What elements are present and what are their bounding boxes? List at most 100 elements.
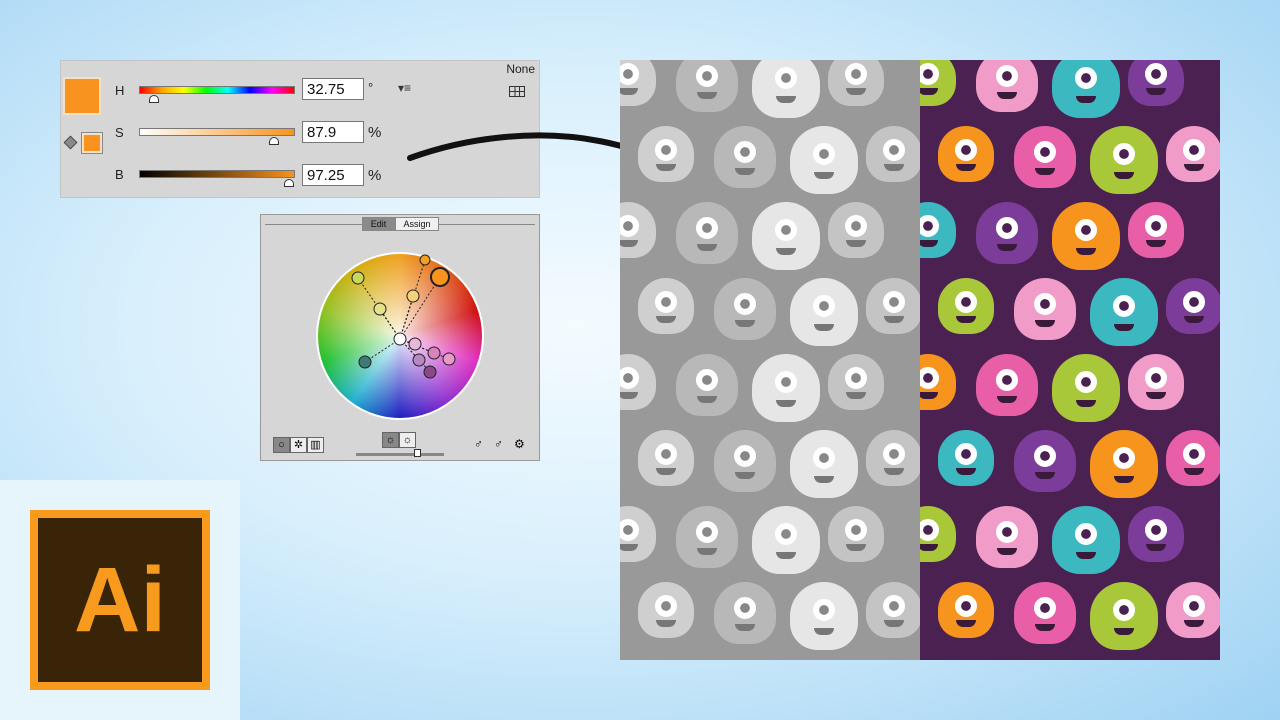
monster-eye — [734, 292, 756, 315]
monster-mouth — [997, 244, 1017, 252]
monster-mouth — [776, 96, 796, 104]
color-monster — [1090, 126, 1158, 194]
color-monster — [1128, 60, 1184, 106]
monster-mouth — [1035, 472, 1055, 480]
gray-monster — [866, 582, 920, 638]
gray-monster — [790, 278, 858, 346]
color-monster — [1128, 202, 1184, 258]
color-monster — [1014, 126, 1076, 188]
monster-mouth — [656, 620, 676, 628]
gray-monster — [714, 278, 776, 340]
monster-mouth — [997, 92, 1017, 100]
monster-mouth — [1076, 400, 1096, 408]
color-monster — [1090, 430, 1158, 498]
color-monster — [1166, 278, 1220, 334]
monster-eye — [734, 444, 756, 467]
color-monster — [976, 60, 1038, 112]
gray-monster — [752, 202, 820, 270]
gray-monster — [676, 202, 738, 264]
gray-monster — [790, 126, 858, 194]
monster-eye — [775, 370, 797, 393]
monster-eye — [955, 442, 977, 465]
color-monster — [1052, 202, 1120, 270]
color-monster — [1128, 354, 1184, 410]
monster-mouth — [1184, 468, 1204, 476]
monster-mouth — [656, 316, 676, 324]
gray-monster — [620, 506, 656, 562]
monster-eye — [813, 446, 835, 469]
monster-eye — [696, 520, 718, 543]
gray-monster — [752, 60, 820, 118]
monster-eye — [920, 366, 939, 389]
monster-eye — [813, 598, 835, 621]
monster-eye — [883, 594, 905, 617]
monster-eye — [996, 368, 1018, 391]
monster-mouth — [620, 88, 638, 96]
monster-eye — [845, 214, 867, 237]
color-monster — [976, 506, 1038, 568]
gray-monster — [828, 506, 884, 562]
monster-eye — [620, 518, 639, 541]
color-monster — [1052, 60, 1120, 118]
monster-eye — [734, 140, 756, 163]
monster-mouth — [997, 396, 1017, 404]
monster-mouth — [735, 168, 755, 176]
monster-mouth — [846, 392, 866, 400]
monster-mouth — [1184, 164, 1204, 172]
monster-eye — [1145, 62, 1167, 85]
color-monster — [1052, 506, 1120, 574]
color-monster — [938, 582, 994, 638]
monster-eye — [1183, 442, 1205, 465]
color-monster — [920, 506, 956, 562]
monster-eye — [1113, 446, 1135, 469]
color-monster — [920, 354, 956, 410]
monster-eye — [655, 290, 677, 313]
monster-mouth — [1146, 88, 1166, 96]
gray-monster — [752, 354, 820, 422]
color-monster — [920, 202, 956, 258]
monster-eye — [845, 366, 867, 389]
illustrator-logo: Ai — [30, 510, 210, 690]
monster-mouth — [1035, 320, 1055, 328]
color-monster — [976, 202, 1038, 264]
monster-mouth — [1076, 248, 1096, 256]
gray-monster — [620, 60, 656, 106]
monster-eye — [1034, 292, 1056, 315]
color-monster — [1090, 582, 1158, 650]
monster-mouth — [920, 240, 938, 248]
monster-mouth — [920, 392, 938, 400]
monster-eye — [655, 594, 677, 617]
monster-eye — [1145, 518, 1167, 541]
gray-monster — [866, 430, 920, 486]
monster-eye — [655, 138, 677, 161]
monster-eye — [845, 62, 867, 85]
color-monster — [938, 278, 994, 334]
color-monster — [1166, 582, 1220, 638]
color-monster — [938, 126, 994, 182]
monster-mouth — [884, 468, 904, 476]
monster-mouth — [956, 620, 976, 628]
gray-monster — [620, 354, 656, 410]
monster-mouth — [1035, 168, 1055, 176]
gray-monster — [866, 278, 920, 334]
monster-mouth — [814, 324, 834, 332]
gray-monster — [866, 126, 920, 182]
monster-mouth — [1114, 324, 1134, 332]
monster-mouth — [956, 316, 976, 324]
gray-monster — [790, 430, 858, 498]
grayscale-monster-pattern — [620, 60, 920, 660]
monster-mouth — [920, 88, 938, 96]
monster-eye — [996, 216, 1018, 239]
color-monster-pattern — [920, 60, 1220, 660]
color-monster — [1128, 506, 1184, 562]
monster-mouth — [656, 468, 676, 476]
monster-mouth — [956, 164, 976, 172]
monster-mouth — [1114, 628, 1134, 636]
monster-eye — [883, 138, 905, 161]
monster-eye — [655, 442, 677, 465]
monster-eye — [1034, 140, 1056, 163]
color-monster — [938, 430, 994, 486]
monster-mouth — [814, 476, 834, 484]
monster-mouth — [1114, 476, 1134, 484]
monster-eye — [734, 596, 756, 619]
